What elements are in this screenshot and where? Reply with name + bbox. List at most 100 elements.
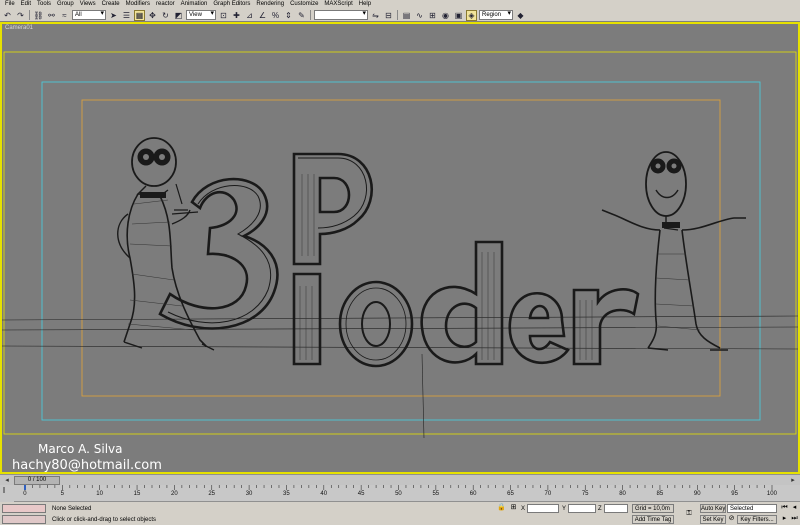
track-bar[interactable]: 0 5 10 15 20 25 30 35 40 45 50 55 60 65 70 75 80 85 90 95 10… [0,485,800,502]
render-region-dropdown[interactable]: Region [479,10,513,20]
undo-icon[interactable]: ↶ [2,10,13,21]
status-bar: None Selected Click or click-and-drag to… [0,502,800,525]
menu-animation[interactable]: Animation [178,0,211,9]
menu-views[interactable]: Views [77,0,99,9]
current-frame-marker [24,485,26,490]
key-filters-button[interactable]: Key Filters... [737,515,777,524]
z-label: Z [598,506,602,512]
select-object-icon[interactable]: ➤ [108,10,119,21]
track-bar-tick-label: 100 [766,491,777,497]
menu-maxscript[interactable]: MAXScript [321,0,355,9]
toolbar-separator [397,10,398,20]
track-bar-tick-label: 75 [581,491,589,497]
track-bar-tick-label: 85 [656,491,664,497]
snaps-toggle-icon[interactable]: ⊿ [244,10,255,21]
key-mode-dropdown[interactable]: Selected [727,504,777,513]
z-coordinate-field[interactable] [604,504,628,513]
menu-file[interactable]: File [2,0,18,9]
select-scale-icon[interactable]: ◩ [173,10,184,21]
menu-modifiers[interactable]: Modifiers [123,0,153,9]
overlay-author-email: hachy80@hotmail.com [12,458,162,473]
select-rotate-icon[interactable]: ↻ [160,10,171,21]
time-slider-prev-icon[interactable]: ◂ [2,476,12,485]
toolbar-separator [310,10,311,20]
select-and-link-icon[interactable]: ⛓ [33,10,44,21]
next-frame-icon[interactable]: ⏭ [790,515,799,523]
layer-manager-icon[interactable]: ▤ [401,10,412,21]
track-bar-tick-label: 20 [171,491,178,497]
time-slider[interactable]: ◂ 0 / 100 ▸ [0,474,800,485]
time-slider-thumb[interactable]: 0 / 100 [14,476,60,485]
menu-customize[interactable]: Customize [287,0,321,9]
track-bar-tick-label: 80 [619,491,626,497]
x-coordinate-field[interactable] [527,504,559,513]
render-scene-icon[interactable]: ▣ [453,10,464,21]
schematic-view-icon[interactable]: ⊞ [427,10,438,21]
main-toolbar: ↶ ↷ ⛓ ⚯ ≈ All ➤ ☰ ▦ ✥ ↻ ◩ View ⊡ ✚ ⊿ ∠ %… [0,9,800,22]
unlink-icon[interactable]: ⚯ [46,10,57,21]
grid-size-display: Grid = 10,0m [632,504,674,513]
quick-render-icon[interactable]: ◈ [466,9,477,21]
add-time-tag-button[interactable]: Add Time Tag [632,515,674,524]
menu-reactor[interactable]: reactor [153,0,178,9]
menu-help[interactable]: Help [356,0,374,9]
curve-editor-icon[interactable]: ∿ [414,10,425,21]
material-editor-icon[interactable]: ◉ [440,10,451,21]
reference-coord-dropdown[interactable]: View [186,10,216,20]
right-character-wireframe [601,151,746,351]
menu-bar: File Edit Tools Group Views Create Modif… [0,0,800,9]
menu-rendering[interactable]: Rendering [253,0,287,9]
track-bar-key-icon[interactable] [0,485,14,502]
key-tangent-icon[interactable]: ⊘ [727,515,736,523]
go-to-start-icon[interactable]: ⏮ [780,504,789,512]
align-icon[interactable]: ⊟ [383,10,394,21]
redo-icon[interactable]: ↷ [15,10,26,21]
menu-tools[interactable]: Tools [34,0,54,9]
x-label: X [521,506,526,512]
menu-group[interactable]: Group [54,0,77,9]
menu-edit[interactable]: Edit [18,0,34,9]
selection-lock-icon[interactable]: 🔒 [497,504,506,512]
overlay-author-name: Marco A. Silva [38,442,123,456]
grid-line [2,315,798,321]
named-selection-dropdown[interactable] [314,10,368,20]
select-move-icon[interactable]: ✥ [147,10,158,21]
camera-viewport[interactable]: Camera01 Marco A. Silva hachy80@hotmail.… [0,22,800,474]
select-manipulate-icon[interactable]: ✚ [231,10,242,21]
bind-space-warp-icon[interactable]: ≈ [59,10,70,21]
track-bar-tick-label: 5 [60,491,64,497]
mirror-icon[interactable]: ⇋ [370,10,381,21]
percent-snap-icon[interactable]: % [270,10,281,21]
select-by-name-icon[interactable]: ☰ [121,10,132,21]
angle-snap-icon[interactable]: ∠ [257,10,268,21]
spinner-snap-icon[interactable]: ⇕ [283,10,294,21]
auto-key-button[interactable]: Auto Key [700,504,726,513]
y-coordinate-field[interactable] [568,504,596,513]
play-icon[interactable]: ▸ [780,515,789,523]
render-frame [3,51,797,435]
track-bar-tick-label: 15 [133,491,141,497]
track-bar-tick-label: 55 [432,491,440,497]
maxscript-listener-mini[interactable] [2,504,46,513]
track-bar-ticks [24,485,773,490]
3d-text-logo [158,152,640,368]
viewport-label[interactable]: Camera01 [5,25,33,31]
menu-graph-editors[interactable]: Graph Editors [210,0,253,9]
toolbar-separator [29,10,30,20]
menu-create[interactable]: Create [99,0,123,9]
track-bar-tick-label: 45 [357,491,365,497]
maxscript-output-mini[interactable] [2,515,46,524]
render-last-icon[interactable]: ◆ [515,10,526,21]
edit-named-selection-icon[interactable]: ✎ [296,10,307,21]
track-bar-tick-label: 60 [469,491,477,497]
absolute-mode-icon[interactable]: ⊞ [509,504,518,512]
previous-frame-icon[interactable]: ◂ [790,504,799,512]
track-bar-tick-label: 95 [731,491,738,497]
rectangular-selection-icon[interactable]: ▦ [134,9,145,21]
pivot-center-icon[interactable]: ⊡ [218,10,229,21]
set-key-button[interactable]: Set Key [700,515,726,524]
time-slider-next-icon[interactable]: ▸ [788,476,798,485]
track-bar-tick-label: 0 [23,491,27,497]
selection-filter-dropdown[interactable]: All [72,10,106,20]
track-bar-tick-label: 35 [283,491,290,497]
